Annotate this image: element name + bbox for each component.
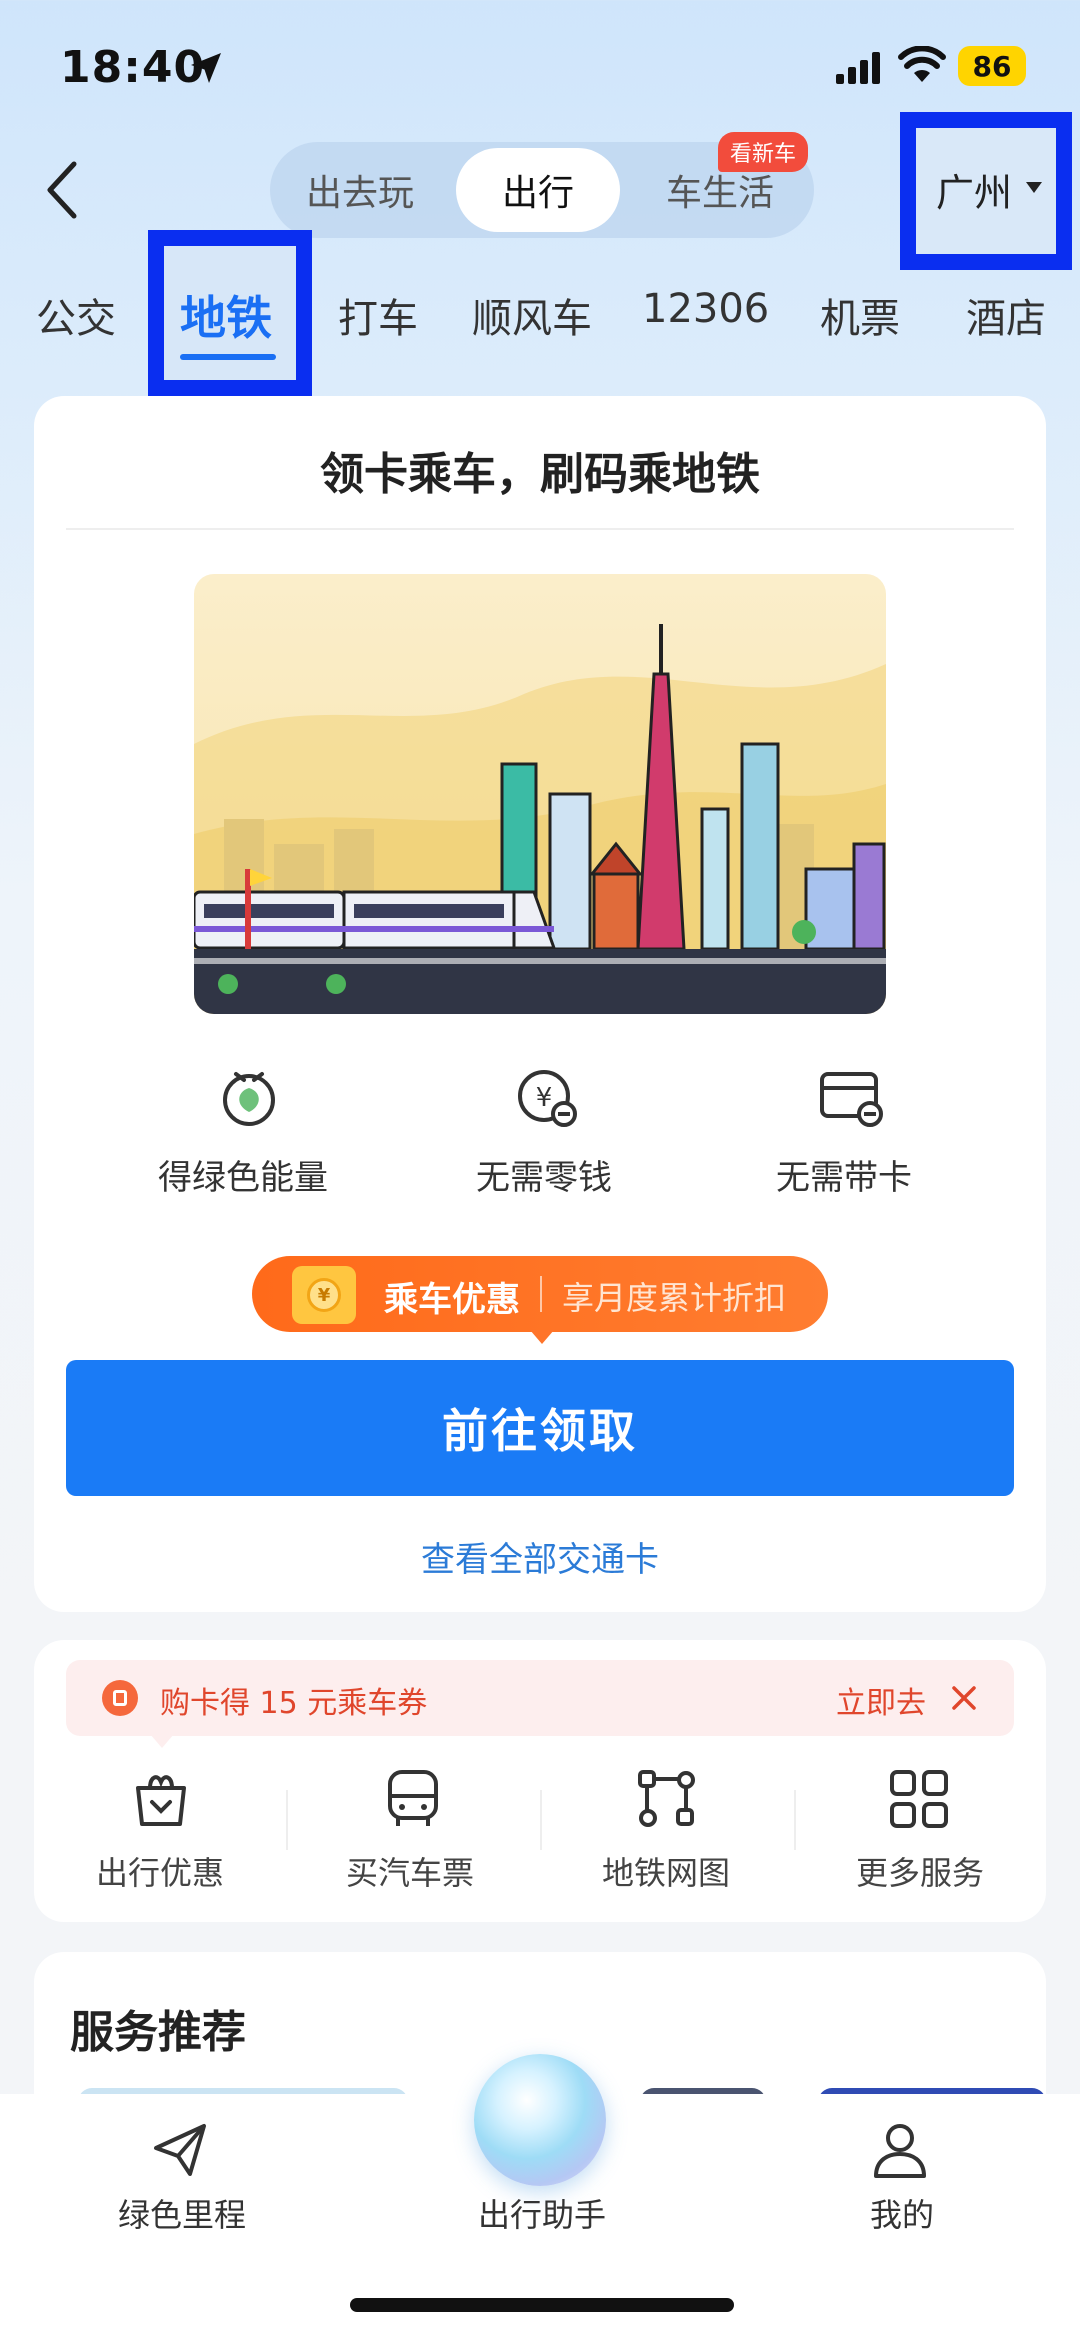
city-label[interactable]: 广州 bbox=[936, 162, 1012, 217]
category-taxi[interactable]: 打车 bbox=[338, 286, 418, 344]
tab-travel-assistant[interactable]: 出行助手 bbox=[478, 2190, 606, 2236]
section-title-recommendations: 服务推荐 bbox=[70, 2007, 246, 2058]
cellular-signal-icon bbox=[836, 52, 880, 84]
caret-down-icon bbox=[1026, 182, 1042, 193]
active-category-underline bbox=[180, 354, 276, 360]
metro-map-icon[interactable] bbox=[634, 1766, 700, 1832]
claim-card-button[interactable]: 前往领取 bbox=[66, 1360, 1014, 1496]
travel-assistant-orb[interactable] bbox=[474, 2054, 606, 2186]
divider bbox=[66, 528, 1014, 530]
category-metro[interactable]: 地铁 bbox=[180, 282, 272, 348]
city-skyline-illustration bbox=[194, 574, 886, 1014]
new-car-badge: 看新车 bbox=[718, 132, 809, 172]
home-indicator bbox=[350, 2298, 734, 2312]
promo-separator bbox=[540, 1276, 542, 1312]
paper-plane-icon[interactable] bbox=[148, 2118, 212, 2182]
divider bbox=[540, 1790, 542, 1850]
category-12306[interactable]: 12306 bbox=[642, 286, 769, 332]
divider bbox=[794, 1790, 796, 1850]
tab-go-out[interactable]: 出去玩 bbox=[276, 148, 444, 232]
divider bbox=[286, 1790, 288, 1850]
coupon-pointer bbox=[150, 1734, 174, 1748]
more-services-grid-icon[interactable] bbox=[886, 1766, 952, 1832]
promo-pointer bbox=[530, 1330, 554, 1344]
battery-indicator: 86 bbox=[958, 46, 1026, 86]
coupon-icon bbox=[102, 1680, 138, 1716]
category-hotels[interactable]: 酒店 bbox=[966, 286, 1046, 344]
svg-text:¥: ¥ bbox=[536, 1083, 553, 1113]
status-bar: 18:40 86 bbox=[0, 0, 1080, 130]
view-all-transit-cards-link[interactable]: 查看全部交通卡 bbox=[0, 1532, 1080, 1581]
service-buy-bus-tickets[interactable]: 买汽车票 bbox=[346, 1848, 474, 1894]
metro-card-title: 领卡乘车，刷码乘地铁 bbox=[320, 449, 760, 500]
green-energy-icon bbox=[223, 1072, 275, 1126]
feature-no-change: 无需零钱 bbox=[476, 1158, 612, 1198]
promo-title: 乘车优惠 bbox=[384, 1280, 520, 1320]
category-flights[interactable]: 机票 bbox=[820, 286, 900, 344]
feature-no-card: 无需带卡 bbox=[776, 1158, 912, 1198]
gift-bag-icon[interactable] bbox=[128, 1766, 194, 1832]
promo-description: 享月度累计折扣 bbox=[562, 1279, 787, 1317]
service-metro-map[interactable]: 地铁网图 bbox=[602, 1848, 730, 1894]
tab-mine[interactable]: 我的 bbox=[870, 2190, 934, 2236]
feature-green-energy: 得绿色能量 bbox=[158, 1158, 328, 1198]
user-profile-icon[interactable] bbox=[868, 2118, 932, 2182]
no-card-icon bbox=[820, 1072, 883, 1127]
top-segment-control: 出去玩 出行 车生活 看新车 bbox=[270, 132, 814, 238]
coupon-go-link[interactable]: 立即去 bbox=[836, 1678, 926, 1722]
location-arrow-icon bbox=[191, 53, 221, 83]
category-carpool[interactable]: 顺风车 bbox=[472, 286, 592, 344]
tab-travel[interactable]: 出行 bbox=[456, 148, 620, 232]
wifi-icon bbox=[898, 46, 946, 82]
no-change-yuan-icon: ¥ bbox=[518, 1070, 577, 1127]
back-icon[interactable] bbox=[36, 150, 92, 230]
coupon-text: 购卡得 15 元乘车券 bbox=[160, 1686, 428, 1721]
tab-green-mileage[interactable]: 绿色里程 bbox=[118, 2190, 246, 2236]
status-time: 18:40 bbox=[60, 42, 206, 93]
bus-icon[interactable] bbox=[380, 1766, 446, 1832]
close-icon[interactable] bbox=[946, 1680, 982, 1716]
category-bus[interactable]: 公交 bbox=[36, 286, 116, 344]
service-more[interactable]: 更多服务 bbox=[856, 1848, 984, 1894]
coin-icon: ¥ bbox=[292, 1266, 356, 1324]
service-travel-deals[interactable]: 出行优惠 bbox=[96, 1848, 224, 1894]
